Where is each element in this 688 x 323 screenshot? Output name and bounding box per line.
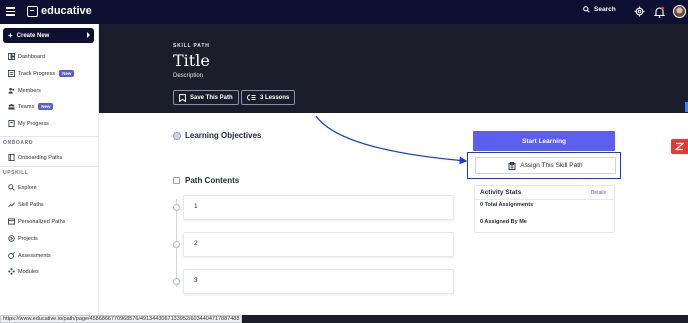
assessments-icon: [8, 252, 15, 259]
details-link[interactable]: Details: [591, 190, 606, 196]
new-badge: New: [38, 103, 54, 110]
sidebar-item-my-progress[interactable]: My Progress: [8, 120, 49, 127]
assign-icon: [508, 161, 516, 170]
lesson-card[interactable]: 1: [183, 195, 454, 220]
assign-skill-path-button[interactable]: Assign This Skill Path: [475, 157, 616, 174]
sidebar-item-personalized-paths[interactable]: Personalized Paths: [8, 218, 65, 225]
section-onboard: ONBOARD: [3, 140, 34, 146]
sidebar-item-explore[interactable]: Explore: [8, 184, 37, 191]
lesson-card-title: 3: [194, 277, 198, 284]
lesson-card[interactable]: 2: [183, 232, 454, 257]
bell-icon[interactable]: [654, 6, 665, 18]
sidebar-item-onboarding-paths[interactable]: Onboarding Paths: [8, 154, 62, 161]
onboarding-icon: [8, 154, 15, 161]
page-title: Title: [173, 51, 210, 70]
save-path-label: Save This Path: [190, 94, 233, 101]
logo-icon: [27, 5, 38, 17]
sidebar-item-modules[interactable]: Modules: [8, 268, 39, 275]
sidebar-item-projects[interactable]: Projects: [8, 235, 38, 242]
eyebrow-label: SKILL PATH: [173, 43, 210, 49]
section-upskill: UPSKILL: [3, 170, 29, 176]
path-hero: SKILL PATH Title Description Save This P…: [99, 24, 688, 113]
lesson-card[interactable]: 3: [183, 269, 454, 294]
members-icon: [8, 87, 15, 94]
teams-icon: [8, 104, 15, 110]
assigned-by-me: 0 Assigned By Me: [480, 219, 527, 225]
sidebar-divider: [0, 136, 99, 137]
timeline-dot: [173, 204, 180, 211]
list-icon: [247, 94, 256, 101]
sidebar-item-label: Teams: [18, 103, 35, 110]
search-button[interactable]: Search: [583, 6, 616, 13]
create-new-button[interactable]: + Create New: [3, 28, 94, 43]
sidebar-item-label: Members: [18, 87, 41, 94]
sidebar-item-label: My Progress: [18, 120, 49, 127]
chevron-right-icon: [87, 32, 90, 38]
lesson-card-title: 1: [194, 203, 198, 210]
sidebar-divider: [0, 166, 99, 167]
assign-label: Assign This Skill Path: [520, 162, 583, 169]
sidebar-item-label: Personalized Paths: [18, 218, 66, 225]
lesson-card-title: 2: [194, 240, 198, 247]
path-contents-heading: Path Contents: [173, 176, 239, 185]
top-navbar: educative Search: [0, 0, 688, 24]
objectives-icon: [173, 131, 181, 140]
sidebar-item-label: Assessments: [18, 252, 51, 259]
lessons-count-label: 3 Lessons: [260, 94, 290, 101]
educative-logo[interactable]: educative: [27, 5, 92, 17]
sidebar-item-label: Projects: [18, 235, 38, 242]
sidebar-item-label: Track Progress: [18, 70, 56, 77]
status-url: https://www.educative.io/path/page/45868…: [0, 315, 243, 323]
plus-icon: +: [8, 31, 13, 40]
modules-icon: [8, 268, 15, 275]
dashboard-icon: [8, 53, 15, 60]
learning-objectives-heading[interactable]: Learning Objectives: [173, 131, 261, 140]
sidebar-item-label: Modules: [18, 268, 39, 275]
timeline-dot: [173, 241, 180, 248]
contents-label: Path Contents: [185, 176, 240, 185]
search-label: Search: [594, 6, 616, 13]
my-progress-icon: [8, 120, 15, 127]
sidebar-item-label: Explore: [18, 184, 37, 191]
sidebar-item-track-progress[interactable]: Track Progress New: [8, 70, 75, 77]
stats-divider: [475, 199, 614, 200]
sidebar-item-label: Onboarding Paths: [18, 154, 63, 161]
search-icon: [583, 6, 590, 13]
save-path-button[interactable]: Save This Path: [173, 90, 239, 105]
create-new-label: Create New: [16, 32, 50, 39]
trend-icon: [8, 202, 15, 207]
sidebar-item-label: Skill Paths: [18, 201, 44, 208]
lessons-count-button[interactable]: 3 Lessons: [241, 90, 296, 105]
objectives-label: Learning Objectives: [185, 131, 262, 140]
path-description: Description: [173, 73, 204, 79]
zendesk-icon: [675, 142, 684, 151]
start-learning-button[interactable]: Start Learning: [473, 131, 615, 151]
progress-icon: [8, 70, 15, 77]
avatar[interactable]: [673, 5, 686, 18]
gear-icon[interactable]: [634, 6, 645, 17]
sidebar-item-label: Dashboard: [18, 53, 45, 60]
timeline-dot: [173, 278, 180, 285]
projects-icon: [8, 235, 15, 242]
sidebar-item-assessments[interactable]: Assessments: [8, 252, 51, 259]
sidebar-item-dashboard[interactable]: Dashboard: [8, 53, 45, 60]
sidebar-item-teams[interactable]: Teams New: [8, 103, 54, 110]
activity-stats-title: Activity Stats: [480, 189, 522, 196]
total-assignments: 0 Total Assignments: [480, 202, 534, 208]
search-icon: [8, 184, 15, 191]
menu-icon[interactable]: [6, 7, 15, 16]
new-badge: New: [59, 70, 75, 77]
sidebar-item-skill-paths[interactable]: Skill Paths: [8, 201, 44, 208]
activity-stats-card: Activity Stats Details 0 Total Assignmen…: [474, 185, 615, 233]
contents-icon: [173, 177, 180, 184]
logo-text: educative: [41, 5, 92, 17]
personalized-icon: [8, 218, 15, 225]
floating-widget-button[interactable]: [671, 139, 688, 154]
bookmark-icon: [179, 93, 186, 102]
sidebar-item-members[interactable]: Members: [8, 87, 41, 94]
